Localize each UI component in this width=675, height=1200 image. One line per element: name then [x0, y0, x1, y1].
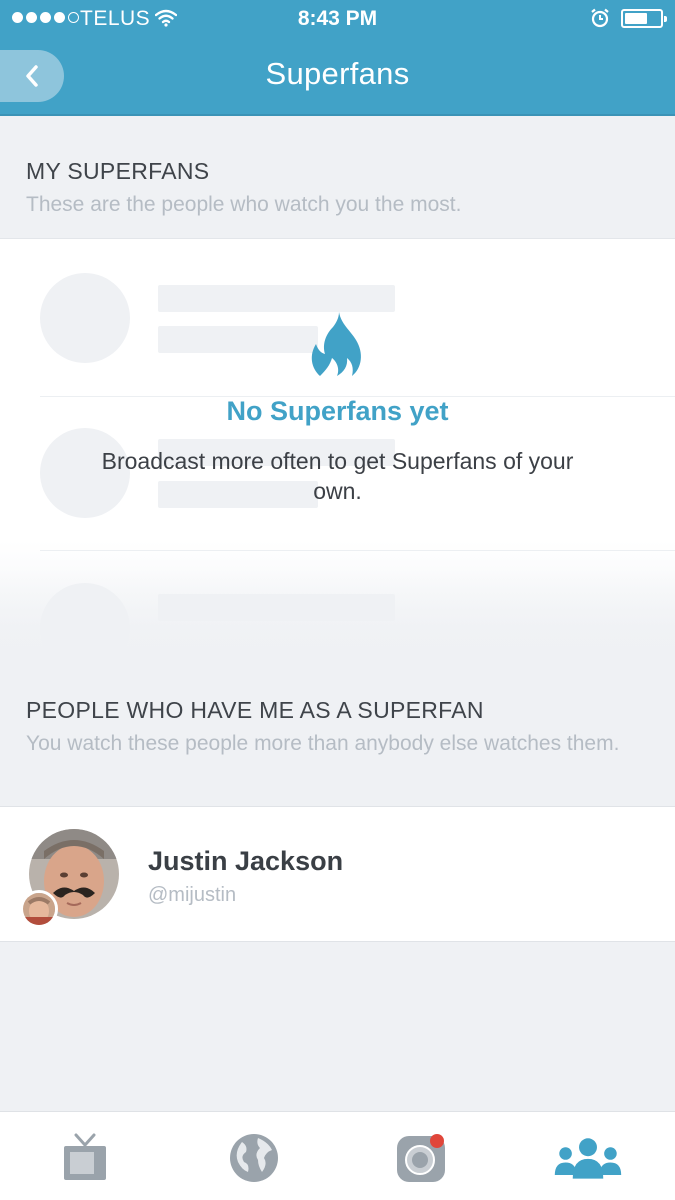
- tv-icon: [64, 1133, 106, 1180]
- section-subtitle: These are the people who watch you the m…: [26, 193, 462, 216]
- placeholder-line: [158, 326, 318, 353]
- section-title: PEOPLE WHO HAVE ME AS A SUPERFAN: [26, 697, 484, 723]
- list-item-justin-jackson[interactable]: Justin Jackson @mijustin: [0, 806, 675, 942]
- tab-broadcast[interactable]: [386, 1126, 456, 1190]
- tab-global[interactable]: [219, 1126, 289, 1190]
- section-title: MY SUPERFANS: [26, 158, 210, 184]
- placeholder-divider: [40, 550, 675, 551]
- status-bar: TELUS 8:43 PM: [0, 0, 675, 38]
- tab-bar: [0, 1111, 675, 1200]
- tab-broadcasts[interactable]: [50, 1126, 120, 1190]
- header: TELUS 8:43 PM Superfans: [0, 0, 675, 116]
- user-name: Justin Jackson: [148, 846, 344, 876]
- user-handle: @mijustin: [148, 884, 237, 906]
- broadcast-camera-icon: [397, 1134, 445, 1182]
- empty-state-title: No Superfans yet: [226, 396, 449, 426]
- status-time: 8:43 PM: [297, 7, 378, 30]
- superfan-of-header: PEOPLE WHO HAVE ME AS A SUPERFAN You wat…: [26, 697, 656, 758]
- globe-icon: [230, 1134, 278, 1182]
- battery-icon: [621, 9, 667, 28]
- tab-people[interactable]: [553, 1126, 623, 1190]
- empty-state-message: Broadcast more often to get Superfans of…: [101, 448, 574, 504]
- superfans-screen: TELUS 8:43 PM Superfans MY SUPERFANS The…: [0, 0, 675, 1200]
- alarm-icon: [590, 8, 610, 34]
- page-title: Superfans: [265, 56, 410, 91]
- placeholder-avatar: [40, 273, 130, 363]
- people-icon: [554, 1138, 622, 1179]
- placeholder-line: [158, 285, 395, 312]
- flame-icon: [311, 312, 361, 376]
- my-superfans-header: MY SUPERFANS These are the people who wa…: [26, 158, 656, 219]
- section-subtitle: You watch these people more than anybody…: [26, 732, 620, 755]
- secondary-avatar: [20, 890, 58, 928]
